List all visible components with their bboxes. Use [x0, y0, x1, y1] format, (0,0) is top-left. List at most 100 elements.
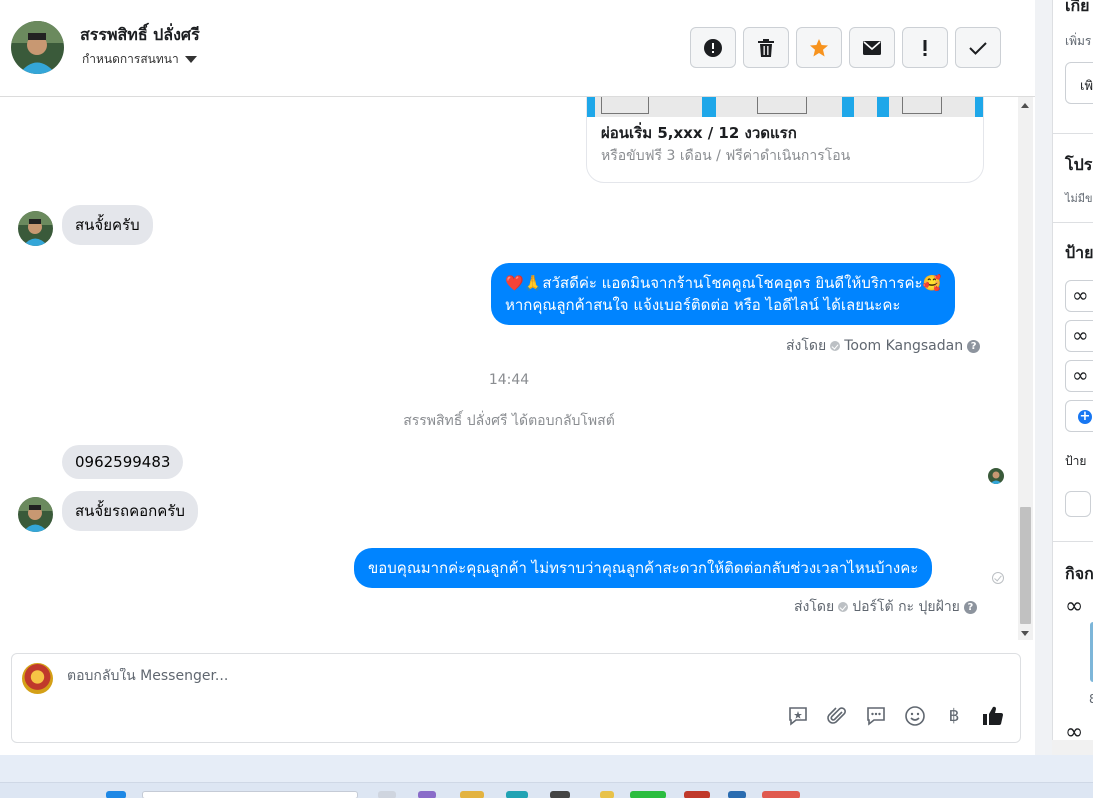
label-checkbox[interactable]	[1065, 491, 1091, 517]
sent-by-name[interactable]: ปอร์โต้ กะ ปุยฝ้าย	[852, 596, 960, 618]
scroll-up-arrow-icon[interactable]	[1021, 103, 1029, 108]
follow-up-button[interactable]	[902, 27, 948, 68]
scroll-down-arrow-icon[interactable]	[1021, 631, 1029, 636]
sent-status-icon	[992, 572, 1004, 584]
message-list[interactable]: ผ่อนเริ่ม 5,xxx / 12 งวดแรก หรือขับฟรี 3…	[0, 97, 1018, 640]
incoming-message[interactable]: สนจั้ยรถคอกครับ	[62, 491, 198, 531]
meta-infinity-icon: ∞	[1065, 594, 1084, 619]
conversation-toolbar	[690, 27, 1001, 68]
mark-done-button[interactable]	[955, 27, 1001, 68]
label-chip[interactable]: ∞	[1065, 320, 1093, 352]
panel-divider	[1035, 0, 1052, 755]
sidebar-heading: โปร	[1065, 155, 1093, 174]
composer-actions: ฿	[787, 705, 1004, 727]
sent-by-prefix: ส่งโดย	[786, 338, 827, 354]
sidebar-subtext: 8	[1089, 692, 1093, 706]
sidebar-subtext: เพิ่มร	[1065, 34, 1092, 48]
verified-check-icon	[830, 341, 841, 351]
baht-icon: ฿	[948, 706, 960, 726]
verified-check-icon	[838, 602, 849, 612]
scrollbar-thumb[interactable]	[1020, 507, 1031, 624]
message-line: ❤️🙏สวัสดีค่ะ แอดมินจากร้านโชคคูณโชคอุดร …	[505, 274, 942, 292]
taskbar-app-icon[interactable]	[762, 791, 800, 798]
reply-input[interactable]	[67, 668, 767, 684]
contact-avatar-small	[18, 497, 53, 532]
post-reply-notice[interactable]: สรรพสิทธิ์ ปลั่งศรี ได้ตอบกลับโพสต์	[0, 410, 1018, 432]
check-icon	[969, 41, 987, 55]
trash-icon	[758, 38, 774, 57]
saved-reply-icon	[789, 707, 807, 726]
sidebar-heading: กิจก	[1065, 564, 1093, 583]
contact-avatar[interactable]	[11, 21, 64, 74]
like-icon	[983, 706, 1003, 726]
sent-by-prefix: ส่งโดย	[794, 599, 835, 615]
outgoing-message[interactable]: ❤️🙏สวัสดีค่ะ แอดมินจากร้านโชคคูณโชคอุดร …	[491, 263, 956, 325]
taskbar-search-box[interactable]	[142, 791, 358, 798]
post-preview-image	[587, 97, 983, 117]
sidebar-divider	[1053, 541, 1093, 542]
folder-icon[interactable]	[460, 791, 484, 798]
taskbar-app-icon[interactable]	[684, 791, 710, 798]
page-avatar	[22, 663, 53, 694]
help-icon[interactable]: ?	[967, 339, 981, 353]
windows-start-icon[interactable]	[106, 791, 126, 798]
contact-avatar-small	[18, 211, 53, 246]
post-preview-subtitle: หรือขับฟรี 3 เดือน / ฟรีค่าดำเนินการโอน	[601, 148, 851, 164]
line-app-icon[interactable]	[630, 791, 666, 798]
emoji-button[interactable]	[904, 705, 926, 727]
attach-file-button[interactable]	[826, 705, 848, 727]
conversation-panel: สรรพสิทธิ์ ปลั่งศรี กำหนดการสนทนา ผ่อนเร…	[0, 0, 1035, 755]
star-icon	[810, 38, 828, 56]
sidebar-scrollbar[interactable]	[1052, 740, 1093, 755]
taskbar-app-icon[interactable]	[378, 791, 396, 798]
assign-conversation-dropdown[interactable]: กำหนดการสนทนา	[82, 50, 197, 69]
sidebar-add-button[interactable]: เพิ	[1065, 62, 1093, 104]
taskbar-app-icon[interactable]	[418, 791, 436, 798]
sidebar-divider	[1053, 133, 1093, 134]
taskbar-app-icon[interactable]	[600, 791, 614, 798]
post-preview-card[interactable]: ผ่อนเริ่ม 5,xxx / 12 งวดแรก หรือขับฟรี 3…	[586, 97, 984, 183]
meta-infinity-icon: ∞	[1072, 363, 1089, 387]
taskbar-app-icon[interactable]	[728, 791, 746, 798]
attachment-icon	[827, 707, 846, 724]
help-icon[interactable]: ?	[963, 600, 977, 614]
label-chip[interactable]: ∞	[1065, 360, 1093, 392]
mark-unread-button[interactable]	[849, 27, 895, 68]
label-chip[interactable]: ∞	[1065, 280, 1093, 312]
quick-reply-button[interactable]	[865, 705, 887, 727]
sent-by-label: ส่งโดย ปอร์โต้ กะ ปุยฝ้าย ?	[794, 596, 977, 618]
os-taskbar	[0, 755, 1093, 798]
sidebar-subtext: ป้าย	[1065, 454, 1087, 468]
sent-by-name[interactable]: Toom Kangsadan	[844, 338, 963, 354]
sidebar-divider	[1053, 222, 1093, 223]
meta-infinity-icon: ∞	[1072, 323, 1089, 347]
assign-conversation-label: กำหนดการสนทนา	[82, 52, 179, 66]
delete-button[interactable]	[743, 27, 789, 68]
sent-by-label: ส่งโดย Toom Kangsadan ?	[786, 335, 981, 357]
like-button[interactable]	[982, 705, 1004, 727]
message-scrollbar[interactable]	[1018, 97, 1033, 640]
customer-details-sidebar: เกีย เพิ่มร เพิ โปร ไม่มีข ป้าย ∞ ∞ ∞ + …	[1052, 0, 1093, 755]
meta-infinity-icon: ∞	[1072, 283, 1089, 307]
reply-composer: ฿	[11, 653, 1021, 743]
taskbar-app-icon[interactable]	[506, 791, 528, 798]
saved-reply-button[interactable]	[787, 705, 809, 727]
plus-circle-icon: +	[1078, 409, 1092, 424]
sidebar-subtext: ไม่มีข	[1065, 192, 1093, 205]
exclamation-icon	[923, 39, 927, 56]
mark-spam-button[interactable]	[690, 27, 736, 68]
chat-bubble-icon	[867, 707, 885, 726]
incoming-message[interactable]: 0962599483	[62, 445, 184, 479]
seen-indicator-avatar	[988, 468, 1004, 484]
sidebar-add-label: เพิ	[1080, 79, 1093, 94]
outgoing-message[interactable]: ขอบคุณมากค่ะคุณลูกค้า ไม่ทราบว่าคุณลูกค้…	[354, 548, 933, 588]
post-preview-title: ผ่อนเริ่ม 5,xxx / 12 งวดแรก	[601, 124, 797, 142]
sidebar-heading: ป้าย	[1065, 243, 1093, 262]
taskbar-app-icon[interactable]	[550, 791, 570, 798]
star-button[interactable]	[796, 27, 842, 68]
sidebar-heading: เกีย	[1065, 0, 1090, 15]
add-label-button[interactable]: +	[1065, 400, 1093, 432]
incoming-message[interactable]: สนจั้ยครับ	[62, 205, 153, 245]
alert-circle-icon	[704, 38, 722, 57]
payment-button[interactable]: ฿	[943, 705, 965, 727]
